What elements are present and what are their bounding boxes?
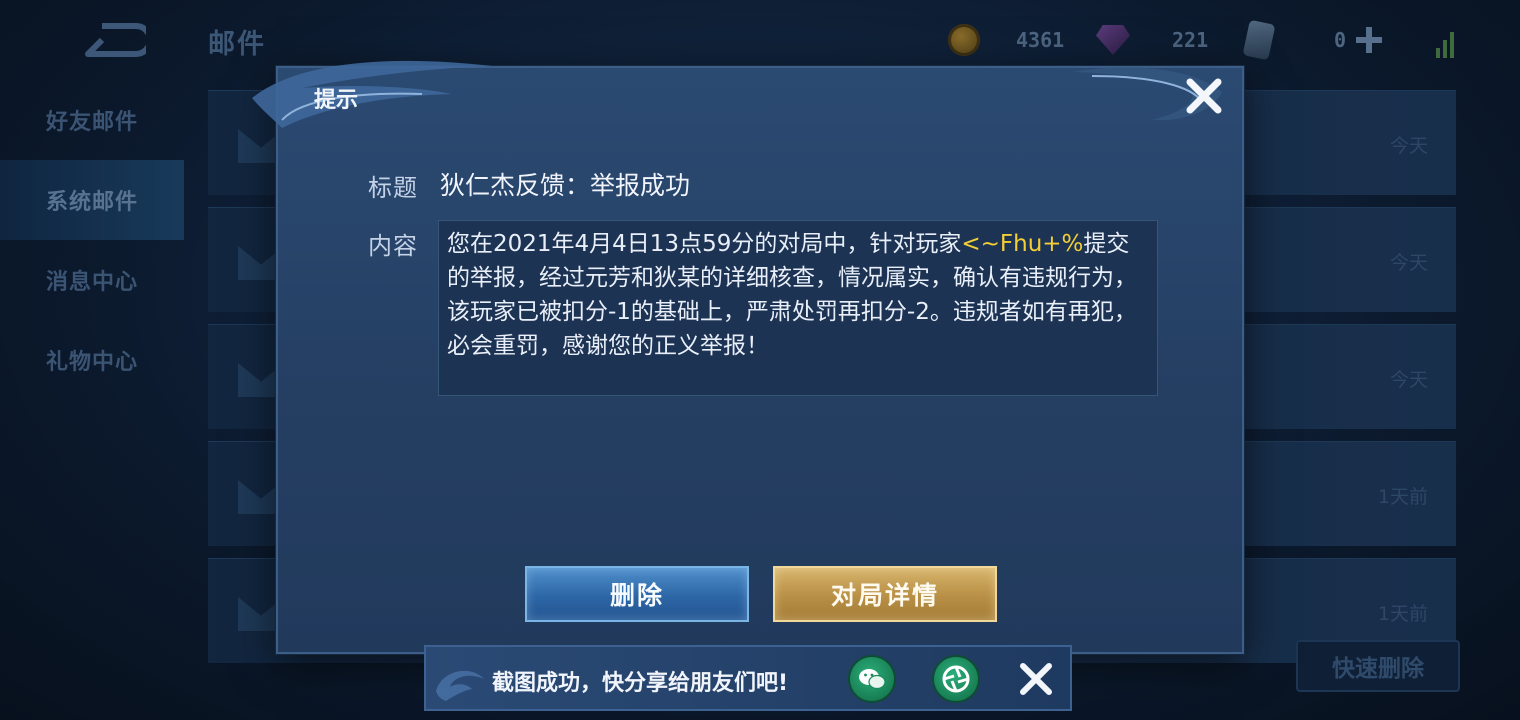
toast-close-icon[interactable]	[1018, 661, 1054, 697]
moments-share-icon[interactable]	[934, 657, 978, 701]
add-currency-icon[interactable]	[1356, 27, 1383, 53]
screenshot-share-toast: 截图成功，快分享给朋友们吧!	[424, 645, 1072, 711]
sidebar-item-friend-mail[interactable]: 好友邮件	[0, 80, 184, 160]
mail-time: 今天	[1389, 252, 1428, 274]
gold-amount: 4361	[1016, 28, 1065, 52]
sidebar: 好友邮件 系统邮件 消息中心 礼物中心	[0, 80, 184, 400]
mail-time: 1天前	[1377, 486, 1428, 508]
page-title: 邮件	[208, 29, 266, 60]
mail-content-text: 您在2021年4月4日13点59分的对局中，针对玩家	[447, 231, 962, 257]
toast-ornament	[436, 670, 484, 701]
mail-content: 您在2021年4月4日13点59分的对局中，针对玩家<~Fhu+%提交的举报，经…	[438, 220, 1158, 396]
mail-time: 今天	[1389, 135, 1428, 157]
gold-coin-icon	[948, 24, 980, 56]
gem-icon	[1096, 25, 1130, 55]
mail-detail-dialog: 提示 标题 狄仁杰反馈：举报成功 内容 您在2021年4月4日13点59分的对局…	[252, 60, 1244, 654]
ticket-amount: 0	[1334, 28, 1347, 52]
dialog-ornament-left	[252, 60, 492, 129]
quick-delete-button[interactable]: 快速删除	[1296, 640, 1460, 692]
subject-label: 标题	[368, 174, 418, 202]
ticket-currency: 0	[1242, 19, 1383, 61]
close-icon[interactable]	[1184, 76, 1224, 116]
mail-time: 1天前	[1377, 603, 1428, 625]
toast-message: 截图成功，快分享给朋友们吧!	[492, 671, 789, 696]
mail-time: 今天	[1389, 369, 1428, 391]
mail-subject: 狄仁杰反馈：举报成功	[440, 171, 691, 200]
wechat-share-icon[interactable]	[850, 657, 894, 701]
gem-currency: 221	[1096, 20, 1208, 60]
gem-amount: 221	[1172, 28, 1209, 52]
back-icon[interactable]	[80, 20, 146, 60]
delete-button[interactable]: 删除	[525, 566, 749, 622]
content-label: 内容	[368, 232, 418, 260]
gold-currency: 4361	[948, 20, 1064, 60]
sidebar-item-gift-center[interactable]: 礼物中心	[0, 320, 184, 400]
ticket-icon	[1242, 19, 1276, 61]
reported-player-name: <~Fhu+%	[961, 231, 1084, 257]
match-details-button[interactable]: 对局详情	[773, 566, 997, 622]
sidebar-item-system-mail[interactable]: 系统邮件	[0, 160, 184, 240]
network-signal-icon	[1436, 24, 1456, 58]
sidebar-item-message-center[interactable]: 消息中心	[0, 240, 184, 320]
dialog-title: 提示	[314, 88, 359, 113]
